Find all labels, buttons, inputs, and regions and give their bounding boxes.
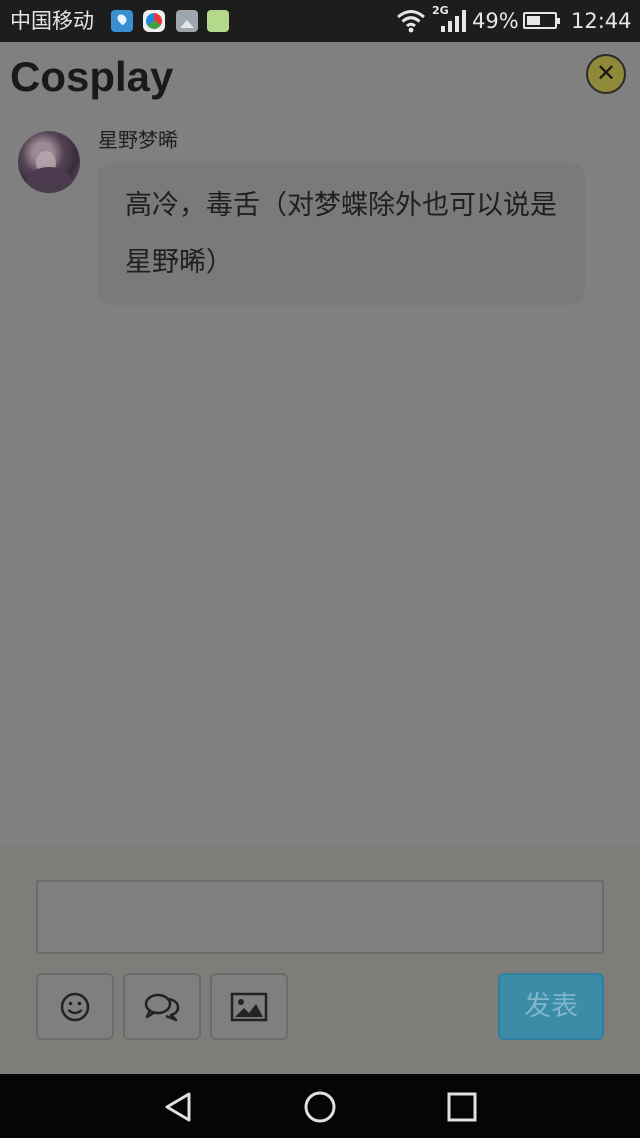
recents-icon[interactable] xyxy=(444,1089,480,1125)
chat-button[interactable] xyxy=(123,973,201,1040)
close-icon: ✕ xyxy=(595,59,617,87)
message-text: 高冷，毒舌（对梦蝶除外也可以说是星野晞） xyxy=(125,190,557,278)
battery-icon xyxy=(523,12,560,29)
message-bubble: 高冷，毒舌（对梦蝶除外也可以说是星野晞） xyxy=(97,163,585,305)
emoji-button[interactable] xyxy=(36,973,114,1040)
navigation-bar xyxy=(0,1074,640,1138)
message-input[interactable] xyxy=(36,880,604,954)
sender-name: 星野梦晞 xyxy=(98,128,178,152)
smiley-icon xyxy=(60,992,90,1021)
battery-percent: 49% xyxy=(472,9,519,33)
colorful-app-icon xyxy=(143,10,165,32)
avatar[interactable] xyxy=(18,131,80,193)
image-button[interactable] xyxy=(210,973,288,1040)
location-app-icon xyxy=(111,10,133,32)
gallery-app-icon xyxy=(176,10,198,32)
signal-icon xyxy=(441,10,466,32)
composer: 发表 xyxy=(0,845,640,1074)
close-button[interactable]: ✕ xyxy=(586,54,626,94)
clock: 12:44 xyxy=(571,9,632,33)
send-button[interactable]: 发表 xyxy=(498,973,604,1040)
status-bar: 中国移动 2G 49% 12:44 xyxy=(0,0,640,42)
home-icon[interactable] xyxy=(302,1089,338,1125)
battery-fill xyxy=(527,16,540,25)
image-icon xyxy=(230,992,268,1021)
chat-bubbles-icon xyxy=(144,993,180,1021)
carrier-name: 中国移动 xyxy=(10,9,94,33)
back-icon[interactable] xyxy=(160,1089,196,1125)
wifi-icon xyxy=(397,10,425,33)
notes-app-icon xyxy=(207,10,229,32)
page-title: Cosplay xyxy=(10,53,174,100)
